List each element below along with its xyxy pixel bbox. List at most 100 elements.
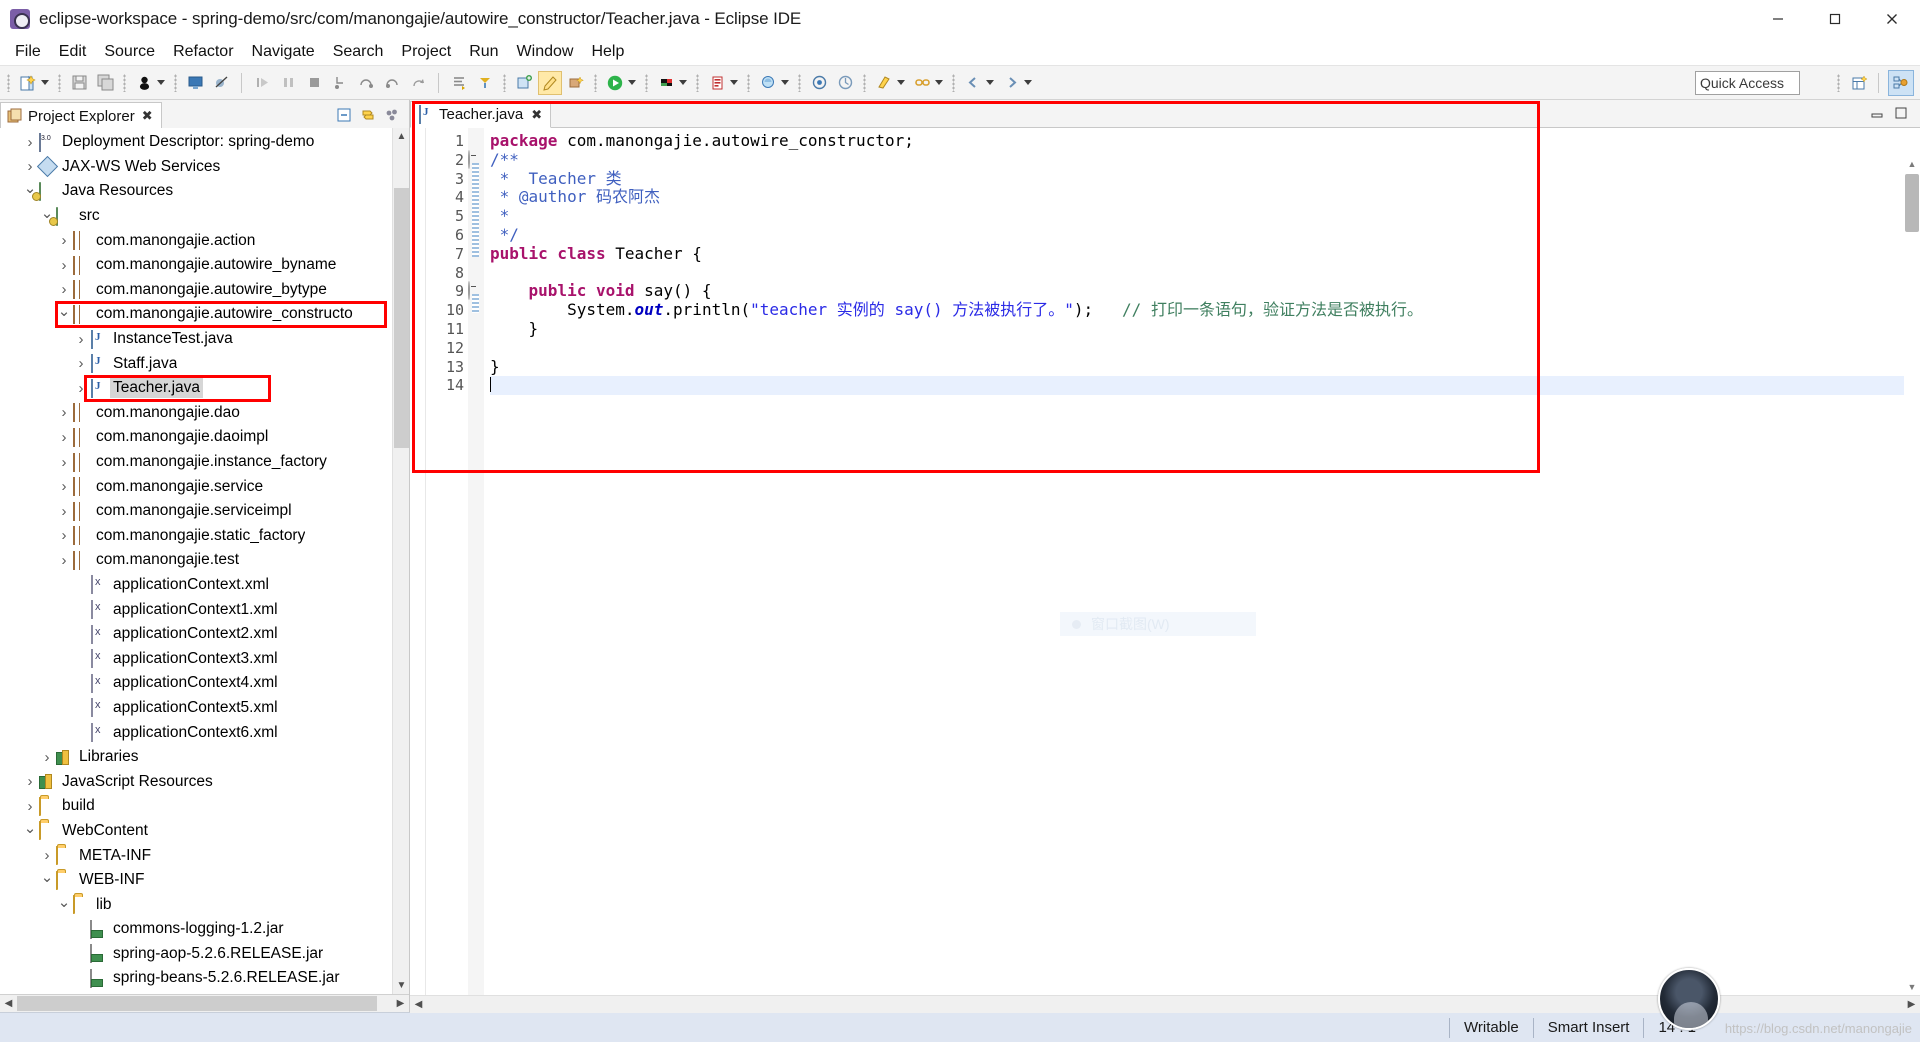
editor-scroll-left-arrow[interactable]: ◀ (410, 995, 427, 1013)
chevron-right-icon[interactable]: › (72, 355, 90, 372)
tree-item[interactable]: applicationContext1.xml (0, 597, 409, 622)
chevron-right-icon[interactable]: › (55, 281, 73, 298)
step-over-icon[interactable] (354, 71, 378, 95)
menu-edit[interactable]: Edit (50, 41, 96, 63)
chevron-down-icon[interactable]: ⌄ (21, 819, 39, 837)
minimize-icon[interactable] (1866, 103, 1888, 123)
chevron-right-icon[interactable]: › (38, 847, 56, 864)
tree-item[interactable]: ⌄ com.manongajie.autowire_constructo (0, 302, 409, 327)
scroll-left-arrow[interactable]: ◀ (0, 995, 17, 1012)
toggle-mark-occurrences-icon[interactable] (872, 71, 896, 95)
tree-item[interactable]: › com.manongajie.static_factory (0, 524, 409, 549)
code-line[interactable]: } (490, 357, 1920, 377)
tree-item[interactable]: › com.manongajie.dao (0, 401, 409, 426)
link-icon[interactable] (910, 71, 934, 95)
tree-item[interactable]: › JAX-WS Web Services (0, 155, 409, 180)
tree-item[interactable]: › Teacher.java (0, 376, 409, 401)
collapse-all-icon[interactable] (333, 105, 355, 125)
horizontal-scroll-track[interactable] (17, 995, 392, 1012)
forward-icon[interactable] (999, 71, 1023, 95)
horizontal-scroll-thumb[interactable] (17, 996, 377, 1011)
chevron-right-icon[interactable]: › (72, 331, 90, 348)
code-line[interactable]: public void say() { (490, 281, 1920, 301)
tree-item[interactable]: spring-beans-5.2.6.RELEASE.jar (0, 966, 409, 991)
scroll-down-arrow[interactable]: ▼ (393, 977, 410, 994)
skip-breakpoints-icon[interactable] (209, 71, 233, 95)
tree-item[interactable]: › Deployment Descriptor: spring-demo (0, 130, 409, 155)
maximize-button[interactable] (1806, 0, 1863, 38)
editor-vertical-scrollbar[interactable]: ▲ ▼ (1904, 156, 1920, 995)
new-package-icon[interactable] (564, 71, 588, 95)
menu-project[interactable]: Project (392, 41, 460, 63)
menu-source[interactable]: Source (95, 41, 164, 63)
previous-annotation-icon[interactable] (473, 71, 497, 95)
tree-item[interactable]: applicationContext4.xml (0, 671, 409, 696)
code-line[interactable]: public class Teacher { (490, 244, 1920, 264)
menu-help[interactable]: Help (582, 41, 633, 63)
debug-dropdown-caret[interactable] (157, 80, 165, 85)
save-icon[interactable] (67, 71, 91, 95)
code-line[interactable]: * Teacher 类 (490, 169, 1920, 189)
open-type-icon[interactable] (807, 71, 831, 95)
chevron-right-icon[interactable]: › (55, 429, 73, 446)
tree-item[interactable]: applicationContext6.xml (0, 720, 409, 745)
chevron-right-icon[interactable]: › (21, 134, 39, 151)
new-java-project-icon[interactable] (512, 71, 536, 95)
tree-item[interactable]: › build (0, 794, 409, 819)
tree-item[interactable]: › InstanceTest.java (0, 327, 409, 352)
code-line[interactable] (490, 264, 1920, 283)
chevron-right-icon[interactable]: › (72, 380, 90, 397)
annotation-ruler[interactable] (410, 128, 426, 995)
chevron-right-icon[interactable]: › (55, 232, 73, 249)
coverage-icon[interactable] (705, 71, 729, 95)
folding-ruler[interactable] (468, 128, 484, 995)
tree-item[interactable]: › com.manongajie.autowire_byname (0, 253, 409, 278)
tree-item[interactable]: applicationContext2.xml (0, 622, 409, 647)
save-all-icon[interactable] (93, 71, 117, 95)
debug-icon[interactable] (132, 71, 156, 95)
forward-caret[interactable] (1024, 80, 1032, 85)
chevron-down-icon[interactable]: ⌄ (55, 302, 73, 320)
new-dropdown-caret[interactable] (41, 80, 49, 85)
tree-item[interactable]: › JavaScript Resources (0, 769, 409, 794)
next-annotation-icon[interactable] (447, 71, 471, 95)
chevron-right-icon[interactable]: › (55, 454, 73, 471)
tree-item[interactable]: ⌄ WEB-INF (0, 868, 409, 893)
external-tools-dropdown-caret[interactable] (679, 80, 687, 85)
java-ee-perspective-button[interactable] (1888, 70, 1914, 96)
tree-item[interactable]: ⌄ src (0, 204, 409, 229)
tree-item[interactable]: commons-logging-1.2.jar (0, 917, 409, 942)
tree-item[interactable]: › com.manongajie.instance_factory (0, 450, 409, 475)
tree-item[interactable]: › com.manongajie.serviceimpl (0, 499, 409, 524)
tab-teacher-java[interactable]: Teacher.java ✖ (410, 101, 552, 128)
tree-item[interactable]: ⌄ Java Resources (0, 179, 409, 204)
search-icon[interactable] (756, 71, 780, 95)
chevron-right-icon[interactable]: › (55, 478, 73, 495)
run-icon[interactable] (603, 71, 627, 95)
chevron-down-icon[interactable]: ⌄ (38, 868, 56, 886)
step-return-icon[interactable] (380, 71, 404, 95)
explorer-horizontal-scrollbar[interactable]: ◀ ▶ (0, 994, 409, 1012)
code-line[interactable] (490, 339, 1920, 358)
editor-body[interactable]: 1 2 3 4 5 6 7 8 9 10 11 12 13 14 package com.manongaj… (410, 128, 1920, 995)
close-icon[interactable]: ✖ (142, 108, 153, 124)
vertical-scroll-thumb[interactable] (394, 188, 409, 448)
open-console-icon[interactable] (183, 71, 207, 95)
close-button[interactable] (1863, 0, 1920, 38)
open-perspective-button[interactable] (1847, 70, 1873, 96)
suspend-icon[interactable] (276, 71, 300, 95)
tree-item[interactable]: › com.manongajie.service (0, 474, 409, 499)
editor-scroll-right-arrow[interactable]: ▶ (1903, 995, 1920, 1013)
chevron-right-icon[interactable]: › (55, 257, 73, 274)
terminate-icon[interactable] (302, 71, 326, 95)
editor-scroll-up-arrow[interactable]: ▲ (1904, 156, 1920, 172)
chevron-right-icon[interactable]: › (55, 552, 73, 569)
link-caret[interactable] (935, 80, 943, 85)
chevron-right-icon[interactable]: › (55, 404, 73, 421)
tree-item[interactable]: › META-INF (0, 843, 409, 868)
tree-item[interactable]: › com.manongajie.test (0, 548, 409, 573)
project-tree[interactable]: ›Deployment Descriptor: spring-demo›JAX-… (0, 128, 409, 994)
new-java-class-icon[interactable] (538, 70, 562, 95)
maximize-icon[interactable] (1890, 103, 1912, 123)
resume-icon[interactable] (250, 71, 274, 95)
